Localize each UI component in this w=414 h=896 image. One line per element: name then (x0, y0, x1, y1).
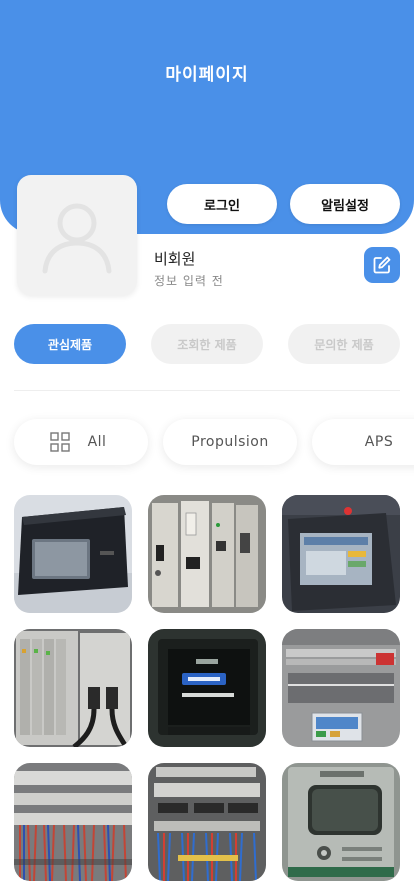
product-thumbnail[interactable] (148, 629, 266, 747)
divider (14, 390, 400, 391)
tab-viewed-products[interactable]: 조회한 제품 (151, 324, 263, 364)
filter-chip-label: Propulsion (191, 434, 269, 450)
login-button[interactable]: 로그인 (167, 184, 277, 224)
product-image (282, 629, 400, 747)
product-thumbnail[interactable] (282, 629, 400, 747)
tab-favorite-products[interactable]: 관심제품 (14, 324, 126, 364)
page-title: 마이페이지 (165, 65, 249, 85)
avatar[interactable] (17, 175, 137, 295)
user-status: 정보 입력 전 (154, 274, 224, 288)
product-image (282, 763, 400, 881)
product-image (282, 495, 400, 613)
user-silhouette-icon (42, 203, 112, 274)
product-thumbnail[interactable] (282, 495, 400, 613)
product-image (148, 495, 266, 613)
product-thumbnail[interactable] (148, 763, 266, 881)
category-filter-row[interactable]: All Propulsion APS (0, 403, 414, 483)
filter-chip-all[interactable]: All (14, 419, 148, 465)
product-image (14, 495, 132, 613)
product-thumbnail[interactable] (14, 629, 132, 747)
product-thumbnail[interactable] (148, 495, 266, 613)
tab-inquired-products[interactable]: 문의한 제품 (288, 324, 400, 364)
product-image (148, 629, 266, 747)
filter-chip-propulsion[interactable]: Propulsion (163, 419, 297, 465)
edit-icon (373, 256, 391, 274)
product-thumbnail[interactable] (282, 763, 400, 881)
user-name: 비회원 (154, 250, 196, 268)
product-thumbnail[interactable] (14, 763, 132, 881)
product-image (14, 629, 132, 747)
grid-icon (49, 432, 70, 452)
product-thumbnail[interactable] (14, 495, 132, 613)
product-image (148, 763, 266, 881)
filter-chip-label: All (87, 434, 107, 450)
filter-chip-label: APS (364, 434, 394, 450)
notification-settings-button[interactable]: 알림설정 (290, 184, 400, 224)
filter-chip-aps[interactable]: APS (312, 419, 414, 465)
edit-profile-button[interactable] (364, 247, 400, 283)
product-image (14, 763, 132, 881)
